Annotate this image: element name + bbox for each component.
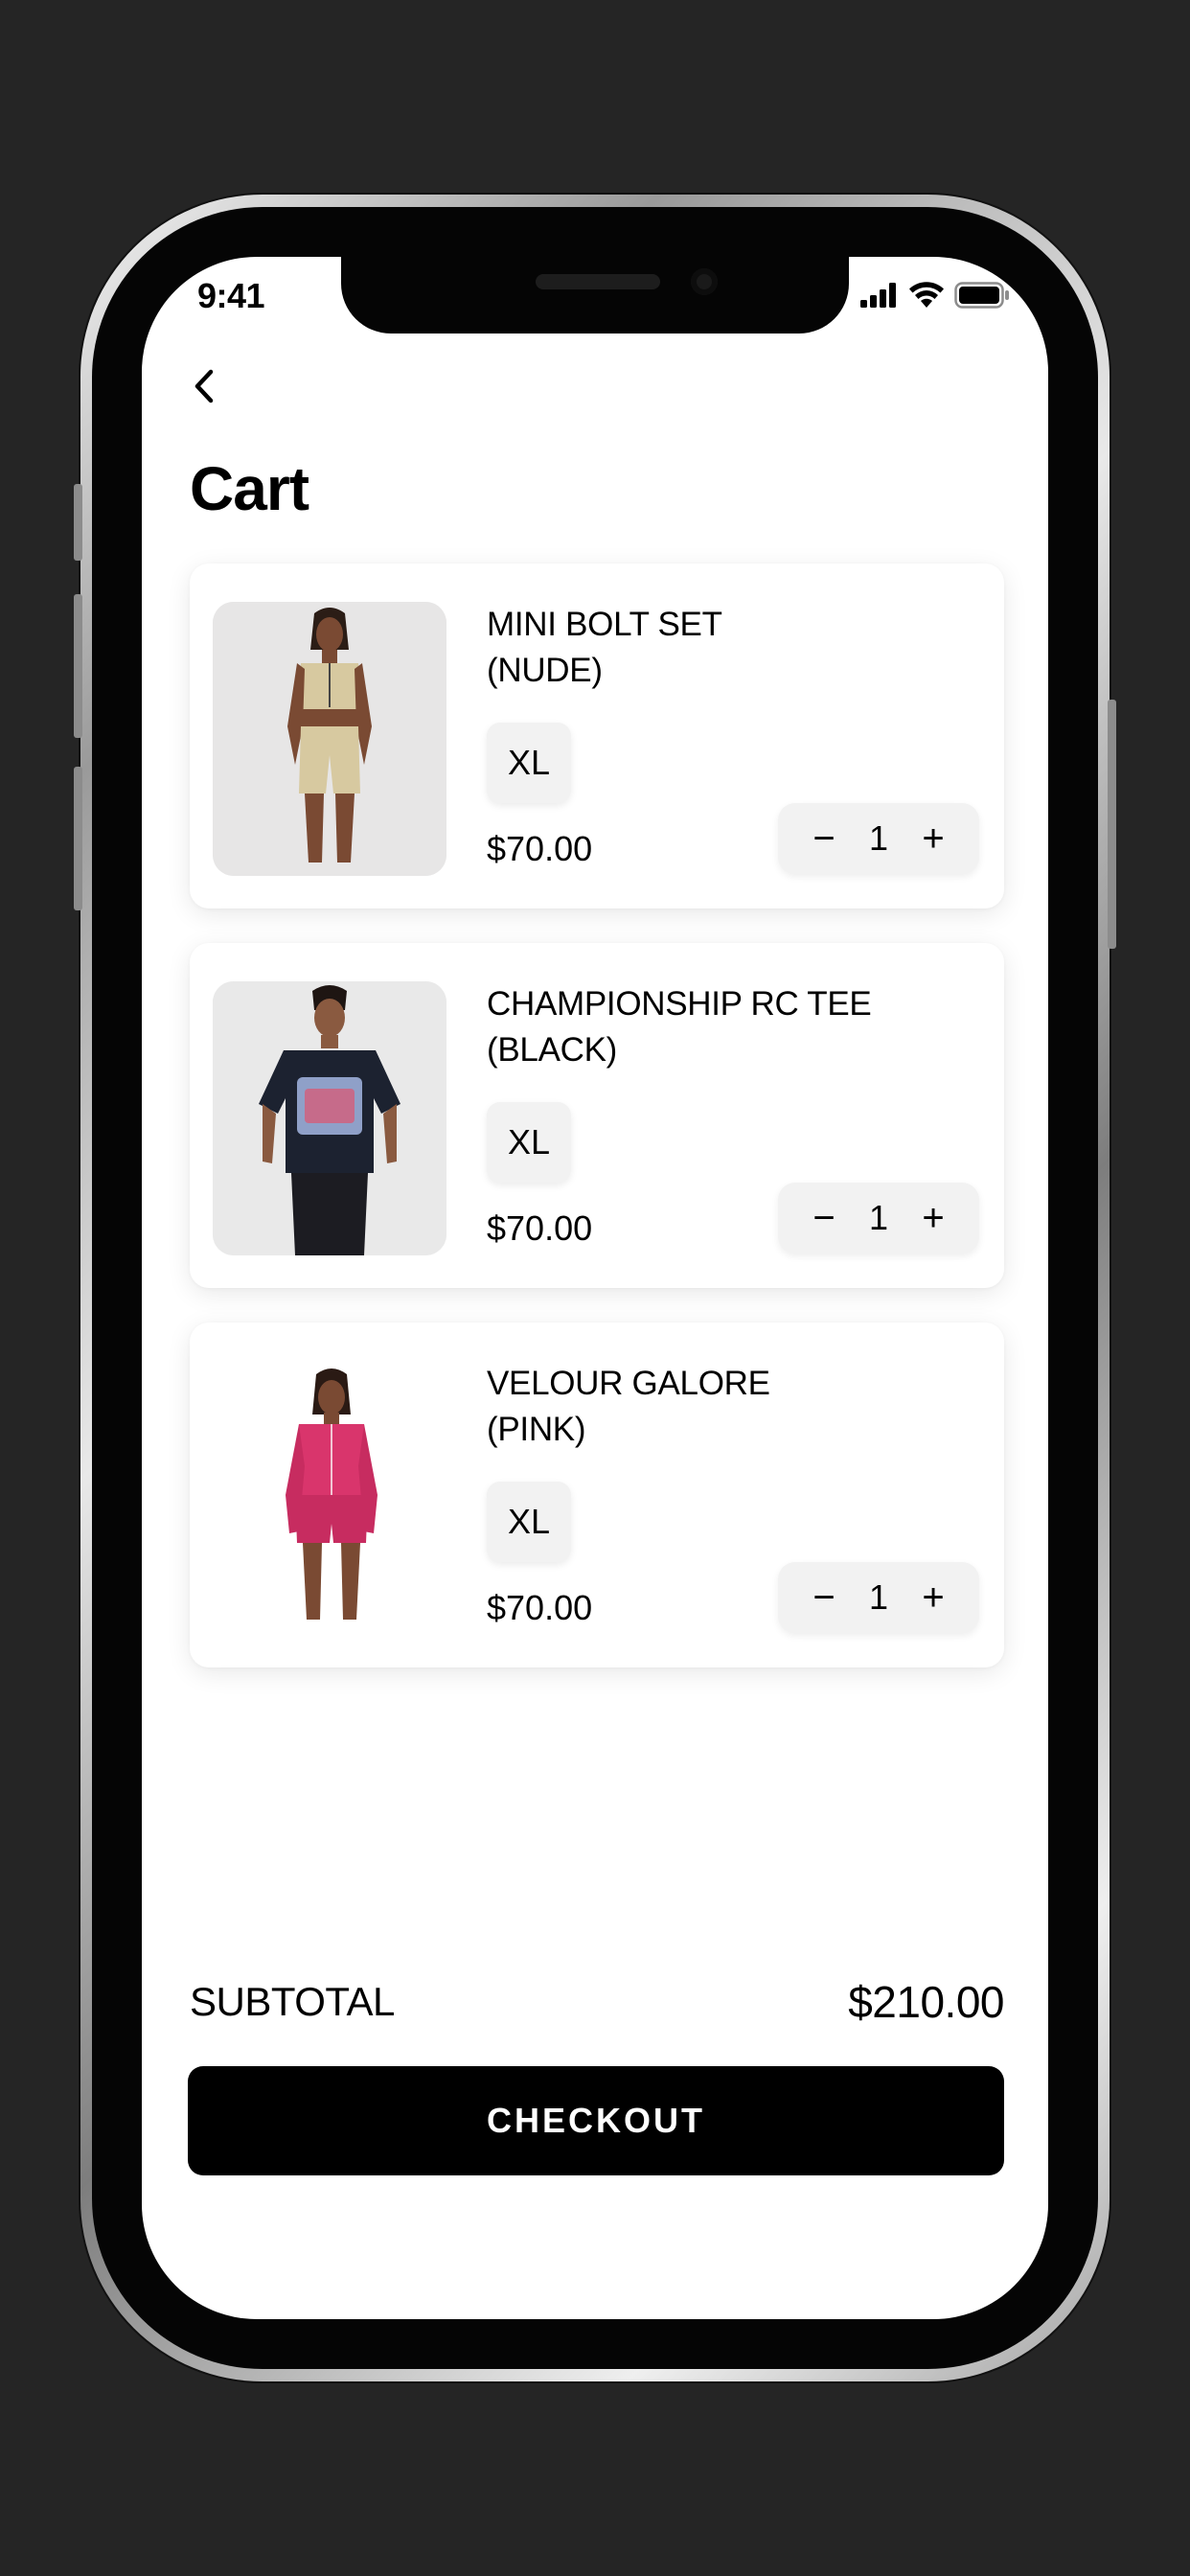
speaker-grille bbox=[536, 274, 660, 289]
product-price: $70.00 bbox=[487, 829, 593, 868]
cellular-signal-icon bbox=[860, 283, 896, 308]
subtotal-value: $210.00 bbox=[848, 1977, 1004, 2027]
notch bbox=[341, 257, 849, 334]
decrease-quantity-button[interactable]: − bbox=[807, 819, 841, 858]
chevron-left-icon bbox=[195, 369, 214, 403]
product-variant: (NUDE) bbox=[487, 652, 603, 689]
product-price: $70.00 bbox=[487, 1588, 593, 1627]
product-image[interactable] bbox=[213, 602, 446, 876]
product-name: VELOUR GALORE (PINK) bbox=[487, 1361, 947, 1453]
page-title: Cart bbox=[190, 454, 309, 523]
product-price: $70.00 bbox=[487, 1208, 593, 1248]
quantity-value: 1 bbox=[868, 818, 889, 858]
back-button[interactable] bbox=[180, 362, 228, 410]
status-time: 9:41 bbox=[197, 276, 265, 315]
product-name-line: CHAMPIONSHIP RC TEE bbox=[487, 985, 872, 1023]
cart-item: CHAMPIONSHIP RC TEE (BLACK) XL $70.00 − … bbox=[190, 943, 1004, 1288]
product-variant: (BLACK) bbox=[487, 1031, 617, 1069]
increase-quantity-button[interactable]: + bbox=[916, 1578, 950, 1617]
product-image[interactable] bbox=[213, 1361, 446, 1635]
status-icons bbox=[860, 282, 1010, 309]
checkout-button[interactable]: CHECKOUT bbox=[188, 2066, 1004, 2175]
cart-item: VELOUR GALORE (PINK) XL $70.00 − 1 + bbox=[190, 1322, 1004, 1668]
product-name-line: VELOUR GALORE bbox=[487, 1365, 770, 1402]
size-chip[interactable]: XL bbox=[487, 723, 571, 803]
increase-quantity-button[interactable]: + bbox=[916, 819, 950, 858]
product-image[interactable] bbox=[213, 981, 446, 1255]
product-name: CHAMPIONSHIP RC TEE (BLACK) bbox=[487, 981, 947, 1073]
cart-item: MINI BOLT SET (NUDE) XL $70.00 − 1 + bbox=[190, 564, 1004, 908]
cart-list: MINI BOLT SET (NUDE) XL $70.00 − 1 + CHA… bbox=[190, 564, 1004, 1702]
app-screen: 9:41 Cart MINI BOLT SET (NUDE) XL $70.00… bbox=[142, 257, 1048, 2319]
battery-icon bbox=[954, 282, 1009, 309]
quantity-stepper: − 1 + bbox=[778, 1562, 979, 1633]
product-variant: (PINK) bbox=[487, 1411, 586, 1448]
power-button bbox=[1108, 700, 1116, 949]
product-name: MINI BOLT SET (NUDE) bbox=[487, 602, 947, 694]
decrease-quantity-button[interactable]: − bbox=[807, 1578, 841, 1617]
mute-switch bbox=[74, 484, 82, 561]
increase-quantity-button[interactable]: + bbox=[916, 1199, 950, 1237]
quantity-stepper: − 1 + bbox=[778, 1183, 979, 1254]
product-name-line: MINI BOLT SET bbox=[487, 606, 722, 643]
wifi-icon bbox=[909, 282, 944, 308]
quantity-value: 1 bbox=[868, 1577, 889, 1617]
model-black-tee-image bbox=[213, 981, 446, 1255]
model-nude-set-image bbox=[213, 602, 446, 876]
front-camera bbox=[691, 268, 718, 295]
quantity-stepper: − 1 + bbox=[778, 803, 979, 874]
decrease-quantity-button[interactable]: − bbox=[807, 1199, 841, 1237]
volume-down-button bbox=[74, 767, 82, 910]
subtotal-label: SUBTOTAL bbox=[190, 1979, 395, 2024]
volume-up-button bbox=[74, 594, 82, 738]
quantity-value: 1 bbox=[868, 1198, 889, 1237]
model-pink-velour-image bbox=[213, 1361, 446, 1635]
size-chip[interactable]: XL bbox=[487, 1482, 571, 1562]
size-chip[interactable]: XL bbox=[487, 1102, 571, 1183]
